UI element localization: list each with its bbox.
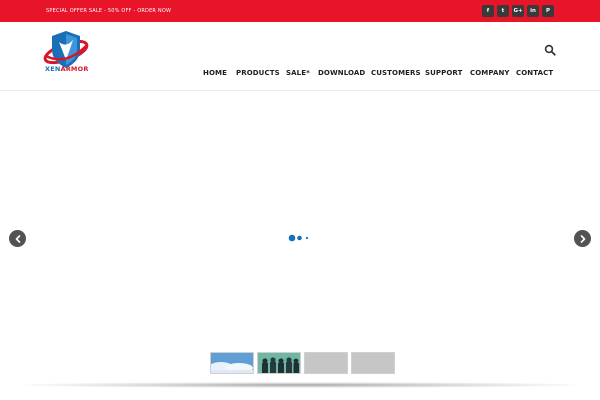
site-header: XENARMOR HOME PRODUCTS SALE* DOWNLOAD CU… <box>0 22 600 91</box>
social-links: f t G+ in P <box>482 5 554 18</box>
team-thumbnail-icon <box>258 353 300 373</box>
top-bar: SPECIAL OFFER SALE - 50% OFF - ORDER NOW… <box>0 0 600 22</box>
facebook-icon[interactable]: f <box>482 5 494 17</box>
slider-thumbnails <box>210 352 395 374</box>
nav-item-products[interactable]: PRODUCTS <box>236 69 280 77</box>
sky-thumbnail-icon <box>211 353 253 373</box>
slide-thumbnail[interactable] <box>210 352 254 374</box>
nav-item-customers[interactable]: CUSTOMERS <box>371 69 421 77</box>
slide-thumbnail[interactable] <box>257 352 301 374</box>
slide-thumbnail[interactable] <box>304 352 348 374</box>
slider-prev-button[interactable] <box>9 230 26 247</box>
twitter-icon[interactable]: t <box>497 5 509 17</box>
promo-text[interactable]: SPECIAL OFFER SALE - 50% OFF - ORDER NOW <box>46 8 171 14</box>
search-icon[interactable] <box>544 44 556 56</box>
chevron-right-icon <box>580 234 585 243</box>
google-plus-icon[interactable]: G+ <box>512 5 524 17</box>
slider-shadow <box>20 382 580 388</box>
chevron-left-icon <box>15 234 20 243</box>
main-nav: HOME PRODUCTS SALE* DOWNLOAD CUSTOMERS S… <box>0 69 600 81</box>
loading-spinner-icon <box>288 234 309 242</box>
nav-item-contact[interactable]: CONTACT <box>516 69 553 77</box>
nav-item-home[interactable]: HOME <box>203 69 227 77</box>
nav-item-support[interactable]: SUPPORT <box>425 69 463 77</box>
nav-item-sale[interactable]: SALE* <box>286 69 310 77</box>
pinterest-icon[interactable]: P <box>542 5 554 17</box>
slide-thumbnail[interactable] <box>351 352 395 374</box>
linkedin-icon[interactable]: in <box>527 5 539 17</box>
nav-item-download[interactable]: DOWNLOAD <box>318 69 365 77</box>
slider-next-button[interactable] <box>574 230 591 247</box>
nav-item-company[interactable]: COMPANY <box>470 69 510 77</box>
